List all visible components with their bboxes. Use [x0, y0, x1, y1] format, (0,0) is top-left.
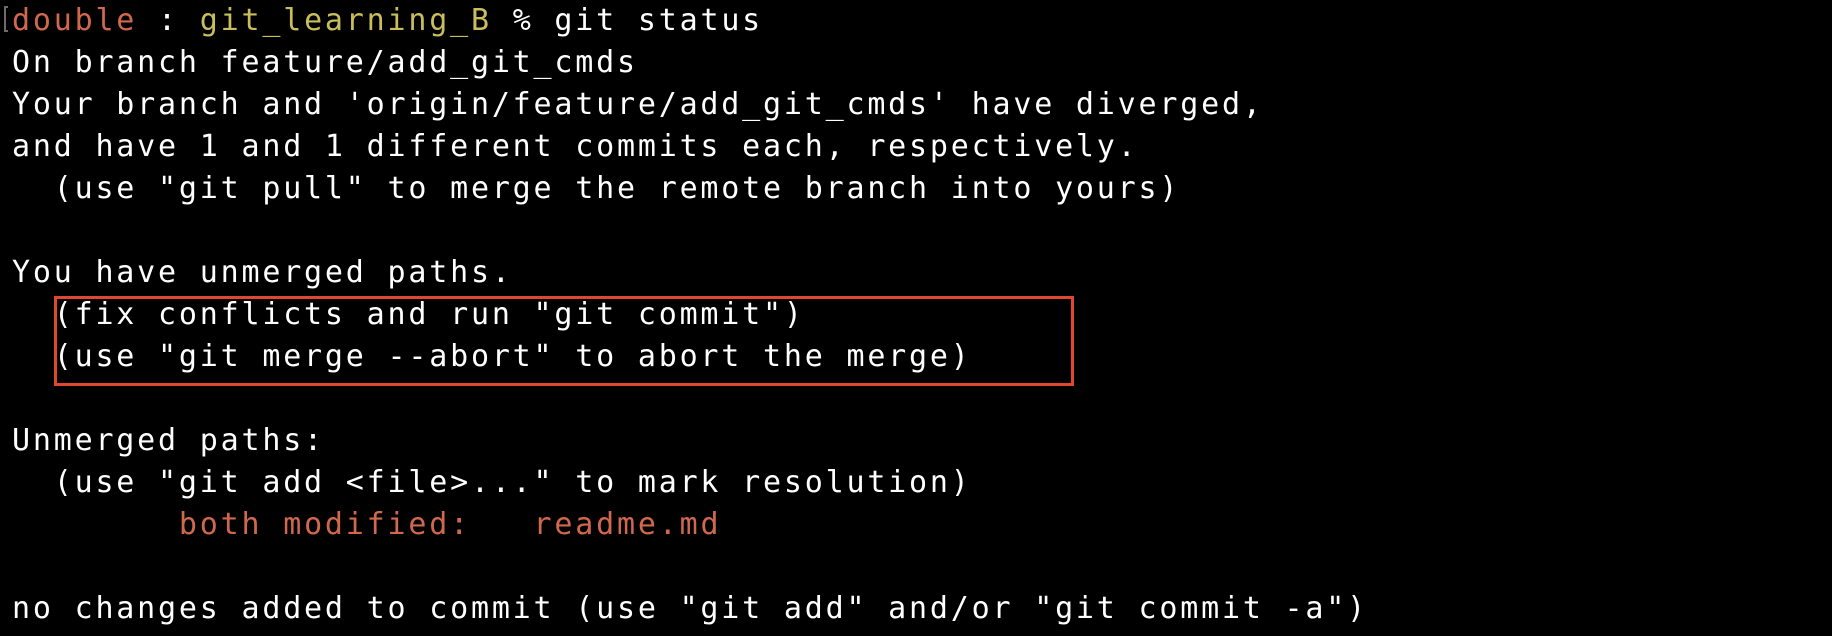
output-line-modified-file: both modified: readme.md	[12, 504, 1822, 546]
output-line-diverged: Your branch and 'origin/feature/add_git_…	[12, 87, 1264, 122]
output-line-commit-counts: and have 1 and 1 different commits each,…	[12, 129, 1139, 164]
prompt-marker	[4, 6, 8, 32]
prompt-symbol: %	[491, 3, 555, 38]
output-line-unmerged-paths-header: Unmerged paths:	[12, 423, 325, 458]
prompt-command: git status	[554, 3, 764, 38]
prompt-user: double	[12, 3, 138, 38]
prompt-directory: git_learning_B	[199, 3, 492, 38]
prompt-line: double : git_learning_B % git status	[12, 0, 1822, 42]
output-line-unmerged-notice: You have unmerged paths.	[12, 255, 513, 290]
prompt-separator: :	[137, 3, 200, 38]
output-line-branch: On branch feature/add_git_cmds	[12, 45, 638, 80]
terminal-window[interactable]: double : git_learning_B % git status On …	[4, 0, 1822, 636]
output-line-no-changes: no changes added to commit (use "git add…	[12, 591, 1368, 626]
output-line-pull-hint: (use "git pull" to merge the remote bran…	[12, 171, 1181, 206]
modified-indent	[12, 507, 179, 542]
output-line-blank	[12, 546, 1822, 588]
output-line-add-hint: (use "git add <file>..." to mark resolut…	[12, 465, 972, 500]
modified-file-status: both modified: readme.md	[178, 507, 722, 542]
output-line-blank	[12, 210, 1822, 252]
highlight-annotation-box	[54, 296, 1074, 386]
